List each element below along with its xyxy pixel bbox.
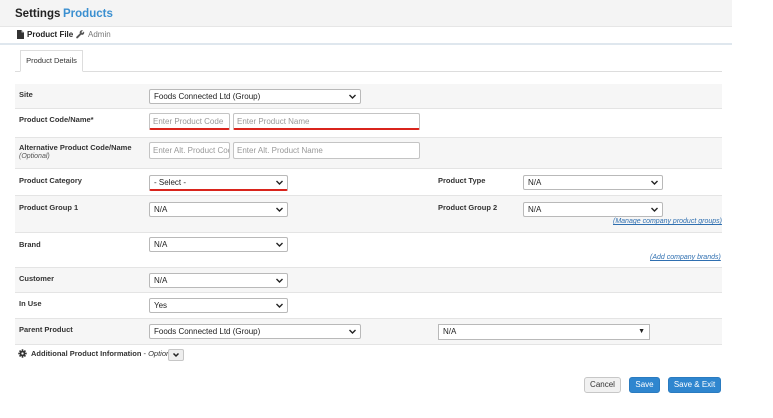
site-label: Site: [19, 90, 33, 99]
nav-product-file[interactable]: Product File: [17, 30, 73, 39]
row-site: Site Foods Connected Ltd (Group): [15, 84, 722, 109]
customer-select[interactable]: N/A: [149, 273, 288, 288]
customer-value: N/A: [154, 276, 168, 285]
alt-product-name-input[interactable]: Enter Alt. Product Name: [233, 142, 420, 159]
nav-admin-label: Admin: [88, 30, 111, 39]
in-use-value: Yes: [154, 301, 168, 310]
row-brand: Brand N/A (Add company brands): [15, 233, 722, 268]
product-type-label: Product Type: [438, 176, 486, 185]
in-use-select[interactable]: Yes: [149, 298, 288, 313]
save-button[interactable]: Save: [629, 377, 660, 393]
product-category-value: - Select -: [154, 178, 187, 187]
chevron-down-icon: [276, 180, 283, 185]
nav-admin[interactable]: Admin: [76, 30, 111, 39]
product-group-1-label: Product Group 1: [19, 203, 79, 212]
product-type-value: N/A: [528, 178, 542, 187]
chevron-down-icon: [276, 242, 283, 247]
chevron-down-icon: [651, 207, 658, 212]
alt-optional-label: (Optional): [19, 153, 50, 160]
tab-bar: Product Details: [15, 50, 722, 72]
nav-product-file-label: Product File: [27, 30, 74, 39]
site-select[interactable]: Foods Connected Ltd (Group): [149, 89, 361, 104]
caret-down-icon: ▼: [638, 328, 645, 335]
chevron-down-icon: [651, 180, 658, 185]
product-category-label: Product Category: [19, 176, 82, 185]
parent-product-site-select[interactable]: Foods Connected Ltd (Group): [149, 324, 361, 339]
parent-product-select[interactable]: N/A ▼: [438, 324, 650, 340]
alt-product-code-name-label: Alternative Product Code/Name: [19, 143, 132, 152]
page-title: Settings: [15, 8, 61, 20]
row-alt-product-code-name: Alternative Product Code/Name (Optional)…: [15, 138, 722, 169]
row-product-category: Product Category - Select - Product Type…: [15, 169, 722, 196]
product-code-name-label: Product Code/Name*: [19, 115, 94, 124]
chevron-down-icon: [276, 303, 283, 308]
product-group-1-value: N/A: [154, 205, 168, 214]
add-company-brands-link[interactable]: (Add company brands): [650, 254, 721, 261]
product-group-2-value: N/A: [528, 205, 542, 214]
tab-product-details[interactable]: Product Details: [20, 50, 83, 72]
file-icon: [17, 30, 24, 39]
parent-product-label: Parent Product: [19, 325, 73, 334]
product-group-2-label: Product Group 2: [438, 203, 498, 212]
customer-label: Customer: [19, 274, 55, 283]
manage-product-groups-link[interactable]: (Manage company product groups): [613, 218, 722, 225]
in-use-label: In Use: [19, 299, 42, 308]
chevron-down-icon: [172, 352, 180, 358]
gear-icon: [18, 349, 27, 358]
save-and-exit-button[interactable]: Save & Exit: [668, 377, 721, 393]
brand-select[interactable]: N/A: [149, 237, 288, 252]
chevron-down-icon: [276, 207, 283, 212]
wrench-icon: [76, 30, 85, 39]
product-category-select[interactable]: - Select -: [149, 175, 288, 191]
product-code-input[interactable]: Enter Product Code: [149, 113, 230, 130]
cancel-button[interactable]: Cancel: [584, 377, 621, 393]
brand-value: N/A: [154, 240, 168, 249]
expand-additional-info-button[interactable]: [168, 349, 184, 361]
row-product-group: Product Group 1 N/A Product Group 2 N/A …: [15, 196, 722, 233]
brand-label: Brand: [19, 240, 41, 249]
row-customer: Customer N/A: [15, 268, 722, 293]
row-product-code-name: Product Code/Name* Enter Product Code En…: [15, 109, 722, 138]
sub-navigation: Product File Admin: [0, 27, 732, 45]
breadcrumb-products[interactable]: Products: [63, 8, 113, 20]
site-select-value: Foods Connected Ltd (Group): [154, 92, 261, 101]
chevron-down-icon: [349, 329, 356, 334]
row-parent-product: Parent Product Foods Connected Ltd (Grou…: [15, 319, 722, 345]
additional-product-information[interactable]: Additional Product Information - Optiona…: [18, 349, 176, 358]
chevron-down-icon: [349, 94, 356, 99]
alt-product-code-input[interactable]: Enter Alt. Product Code: [149, 142, 230, 159]
chevron-down-icon: [276, 278, 283, 283]
parent-product-value: N/A: [443, 327, 457, 336]
product-group-2-select[interactable]: N/A: [523, 202, 663, 217]
parent-product-site-value: Foods Connected Ltd (Group): [154, 327, 261, 336]
product-name-input[interactable]: Enter Product Name: [233, 113, 420, 130]
page-header: Settings Products: [0, 0, 732, 27]
product-group-1-select[interactable]: N/A: [149, 202, 288, 217]
additional-info-label: Additional Product Information: [31, 349, 142, 358]
product-type-select[interactable]: N/A: [523, 175, 663, 190]
row-in-use: In Use Yes: [15, 293, 722, 319]
